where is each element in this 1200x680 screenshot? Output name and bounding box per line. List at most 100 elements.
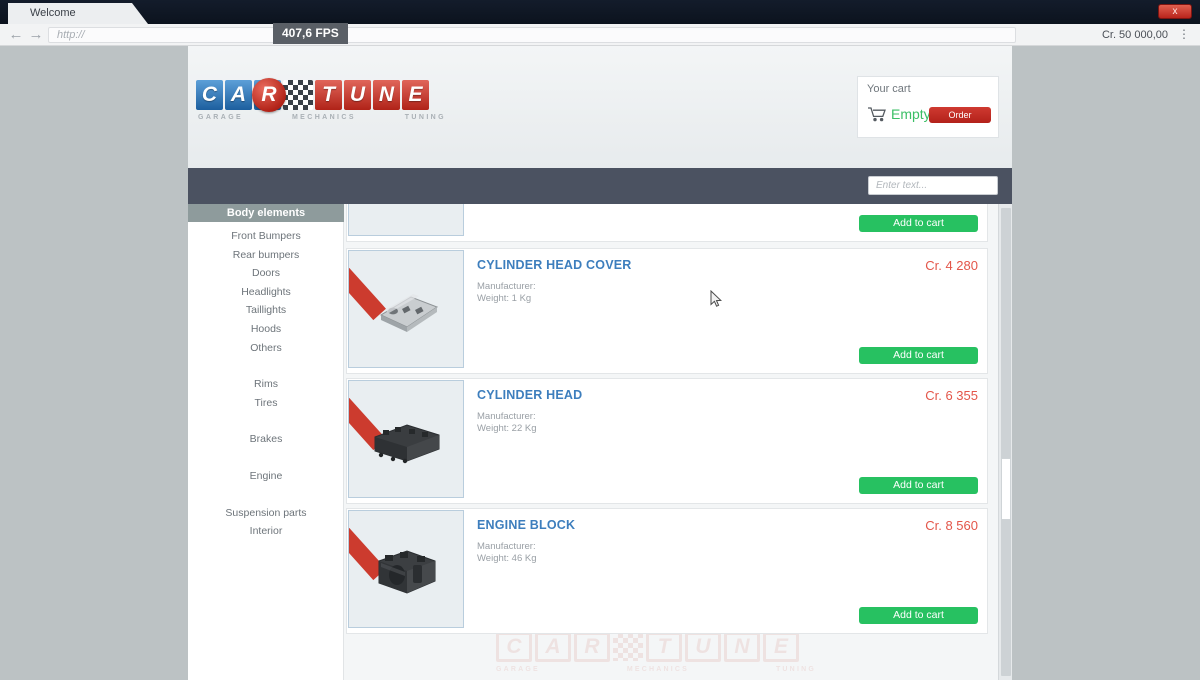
cart-glyph (868, 107, 886, 122)
product-manufacturer: Manufacturer: (477, 541, 537, 553)
logo-letter-a: A (225, 80, 252, 110)
sidebar-item-doors[interactable]: Doors (188, 264, 344, 283)
watermark-letters: C A R T U N E (496, 632, 826, 662)
site-logo[interactable]: C A R T U N E R GARAGE MECHANICS TUNING (196, 80, 446, 126)
product-weight: Weight: 22 Kg (477, 423, 537, 435)
browser-tab-welcome[interactable]: Welcome (8, 3, 148, 24)
sidebar-item-tires[interactable]: Tires (188, 394, 344, 413)
back-arrow-icon[interactable]: ← (8, 27, 24, 43)
logo-letter-u: U (344, 80, 371, 110)
product-title[interactable]: CYLINDER HEAD (477, 388, 582, 402)
product-scrollbar[interactable] (998, 204, 1012, 680)
add-to-cart-button[interactable]: Add to cart (859, 347, 978, 364)
credits-balance: Cr. 50 000,00 (1102, 27, 1168, 43)
watermark-letter-e: E (763, 632, 799, 662)
logo-r-badge: R (252, 78, 286, 112)
product-price: Cr. 8 560 (925, 518, 978, 533)
logo-letter-t: T (315, 80, 342, 110)
sidebar-item-brakes[interactable]: Brakes (188, 430, 344, 449)
product-price: Cr. 4 280 (925, 258, 978, 273)
sidebar-group-separator (188, 486, 344, 504)
add-to-cart-button[interactable]: Add to cart (859, 607, 978, 624)
logo-letter-e: E (402, 80, 429, 110)
logo-tagline: GARAGE MECHANICS TUNING (198, 114, 446, 121)
cart-status: Empty (891, 106, 931, 122)
logo-letter-n: N (373, 80, 400, 110)
product-card[interactable]: CYLINDER HEAD Cr. 6 355 Manufacturer:Weigh… (346, 378, 988, 504)
add-to-cart-button[interactable]: Add to cart (859, 215, 978, 232)
product-meta: Manufacturer:Weight: 22 Kg (477, 411, 537, 435)
product-weight: Weight: 46 Kg (477, 553, 537, 565)
close-icon: x (1173, 6, 1178, 17)
cylinder-head-image (367, 415, 445, 467)
sidebar-item-others[interactable]: Others (188, 339, 344, 358)
order-button[interactable]: Order (929, 107, 991, 123)
search-input[interactable]: Enter text... (868, 176, 998, 195)
sidebar-item-rims[interactable]: Rims (188, 375, 344, 394)
order-button-label: Order (948, 110, 971, 120)
browser-viewport: C A R T U N E R GARAGE MECHANICS TUNING (0, 46, 1200, 680)
logo-letters: C A R T U N E (196, 80, 429, 110)
product-thumbnail[interactable] (348, 510, 464, 628)
watermark-letter-r: R (574, 632, 610, 662)
cart-title: Your cart (867, 83, 911, 95)
cylinder-head-cover-image (367, 285, 445, 337)
sidebar-item-list: Front BumpersRear bumpersDoorsHeadlights… (188, 222, 344, 541)
product-thumbnail[interactable] (348, 250, 464, 368)
menu-kebab-icon[interactable]: ⋮ (1178, 28, 1190, 42)
sidebar-header: Body elements (188, 204, 344, 222)
sidebar-item-front-bumpers[interactable]: Front Bumpers (188, 227, 344, 246)
web-page: C A R T U N E R GARAGE MECHANICS TUNING (188, 46, 1012, 680)
product-title[interactable]: ENGINE BLOCK (477, 518, 575, 532)
watermark-letter-t: T (646, 632, 682, 662)
close-button[interactable]: x (1158, 4, 1192, 19)
watermark-tagline-garage: GARAGE (496, 666, 540, 673)
browser-toolbar: ← → http:// Cr. 50 000,00 ⋮ (0, 24, 1200, 46)
watermark-letter-n: N (724, 632, 760, 662)
shopping-cart-icon (868, 107, 886, 123)
product-thumbnail[interactable] (348, 204, 464, 236)
tagline-garage: GARAGE (198, 114, 243, 121)
sidebar-item-headlights[interactable]: Headlights (188, 283, 344, 302)
url-placeholder: http:// (57, 29, 85, 41)
sidebar-item-rear-bumpers[interactable]: Rear bumpers (188, 246, 344, 265)
sidebar-group-separator (188, 412, 344, 430)
scrollbar-thumb[interactable] (1001, 458, 1011, 520)
sidebar-item-interior[interactable]: Interior (188, 522, 344, 541)
site-header: C A R T U N E R GARAGE MECHANICS TUNING (188, 46, 1012, 168)
watermark-letter-c: C (496, 632, 532, 662)
forward-arrow-icon[interactable]: → (28, 27, 44, 43)
window-titlebar: Welcome x (0, 0, 1200, 24)
product-thumbnail[interactable] (348, 380, 464, 498)
product-card[interactable]: ENGINE BLOCK Cr. 8 560 Manufacturer:Weight… (346, 508, 988, 634)
tab-label: Welcome (30, 7, 76, 19)
product-card[interactable]: Add to cart (346, 204, 988, 242)
sidebar-item-engine[interactable]: Engine (188, 467, 344, 486)
content-area: Body elements Front BumpersRear bumpersD… (188, 204, 1012, 680)
product-title[interactable]: CYLINDER HEAD COVER (477, 258, 632, 272)
add-to-cart-button[interactable]: Add to cart (859, 477, 978, 494)
sidebar-item-hoods[interactable]: Hoods (188, 320, 344, 339)
checkered-flag-icon (283, 80, 313, 110)
cart-widget: Your cart Empty Order (857, 76, 999, 138)
watermark-letter-a: A (535, 632, 571, 662)
sidebar-item-suspension-parts[interactable]: Suspension parts (188, 504, 344, 523)
engine-block-image (367, 545, 445, 597)
watermark-tagline-mechanics: MECHANICS (627, 666, 689, 673)
tagline-mechanics: MECHANICS (292, 114, 356, 121)
product-list: C A R T U N E GARAGE MECHANICS TU (344, 204, 1012, 680)
product-card[interactable]: CYLINDER HEAD COVER Cr. 4 280 Manufacturer… (346, 248, 988, 374)
tagline-tuning: TUNING (405, 114, 446, 121)
sidebar-item-taillights[interactable]: Taillights (188, 301, 344, 320)
category-sidebar: Body elements Front BumpersRear bumpersD… (188, 204, 344, 680)
watermark-tagline: GARAGE MECHANICS TUNING (496, 666, 816, 673)
url-input[interactable]: http:// (48, 27, 1016, 43)
product-price: Cr. 6 355 (925, 388, 978, 403)
cylinder-head-cover-image (367, 204, 445, 205)
product-meta: Manufacturer:Weight: 1 Kg (477, 281, 536, 305)
product-meta: Manufacturer:Weight: 46 Kg (477, 541, 537, 565)
watermark-tagline-tuning: TUNING (776, 666, 816, 673)
watermark-letter-u: U (685, 632, 721, 662)
scrollbar-track[interactable] (1001, 208, 1011, 676)
logo-letter-c: C (196, 80, 223, 110)
